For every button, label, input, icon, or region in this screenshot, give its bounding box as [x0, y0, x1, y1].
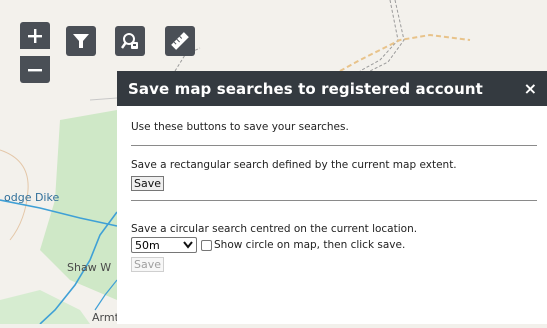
panel-header: Save map searches to registered account …: [117, 71, 547, 106]
circular-search-text: Save a circular search centred on the cu…: [131, 223, 418, 235]
map-label-dike: odge Dike: [4, 191, 60, 204]
save-search-button[interactable]: [115, 26, 145, 56]
filter-button[interactable]: [66, 26, 96, 56]
map-label-shaw: Shaw W: [67, 261, 112, 274]
search-user-icon: [121, 33, 138, 49]
radius-selected-value: 50m: [135, 238, 160, 252]
zoom-in-button[interactable]: [20, 22, 50, 49]
show-circle-checkbox[interactable]: [201, 239, 212, 251]
filter-icon: [73, 34, 89, 48]
save-rectangular-button[interactable]: Save: [131, 176, 165, 191]
ruler-icon: [171, 32, 189, 50]
map-label-armt: Armt: [92, 311, 119, 324]
panel-title: Save map searches to registered account: [128, 79, 483, 98]
circular-search-section: Save a circular search centred on the cu…: [131, 201, 537, 272]
measure-button[interactable]: [165, 26, 195, 56]
rectangular-search-text: Save a rectangular search defined by the…: [131, 159, 457, 171]
rectangular-search-section: Save a rectangular search defined by the…: [131, 146, 537, 201]
save-search-panel: Save map searches to registered account …: [117, 71, 547, 324]
zoom-out-button[interactable]: [20, 56, 50, 83]
minus-icon: [28, 68, 42, 71]
plus-icon: [28, 28, 42, 43]
save-circular-button[interactable]: Save: [131, 257, 165, 272]
intro-section: Use these buttons to save your searches.: [131, 106, 537, 146]
show-circle-label: Show circle on map, then click save.: [214, 238, 406, 251]
radius-select[interactable]: 50m: [131, 237, 197, 253]
close-icon[interactable]: ×: [524, 79, 537, 98]
chevron-down-icon: [183, 241, 193, 249]
intro-text: Use these buttons to save your searches.: [131, 121, 349, 133]
